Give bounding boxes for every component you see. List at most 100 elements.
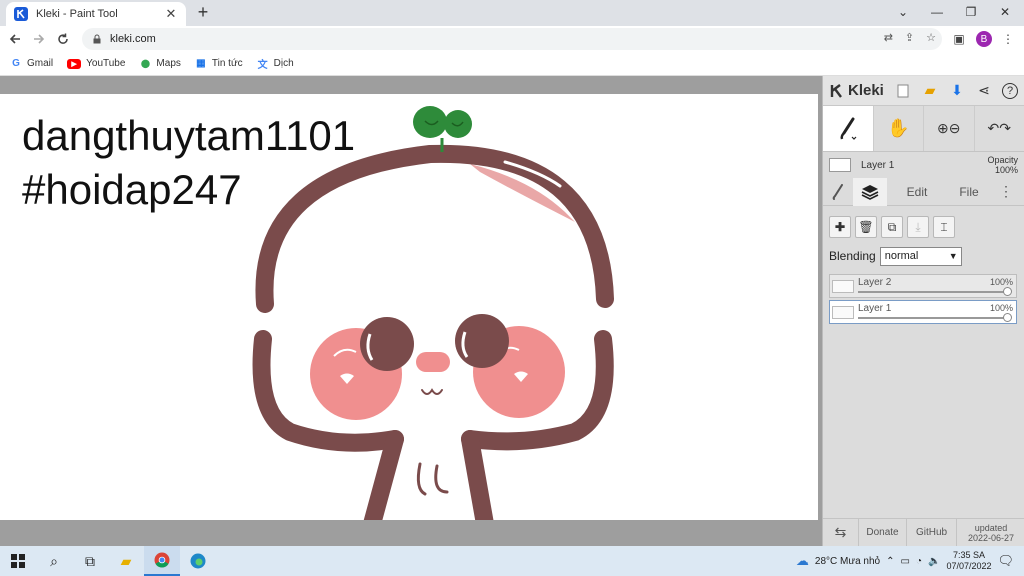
delete-layer-button[interactable]: 🗑 (855, 216, 877, 238)
bookmark-star-icon[interactable]: ☆ (926, 31, 936, 44)
duplicate-layer-button[interactable]: ⧉ (881, 216, 903, 238)
add-layer-button[interactable]: ✚ (829, 216, 851, 238)
donate-link[interactable]: Donate (859, 518, 907, 547)
brush-tool[interactable] (823, 106, 874, 151)
layer-opacity: 100% (989, 277, 1013, 287)
sprout-leaf-right (444, 110, 472, 138)
new-tab-button[interactable]: + (194, 3, 212, 22)
restore-button[interactable]: ❐ (954, 0, 988, 24)
google-icon: G (12, 58, 20, 69)
bookmark-translate[interactable]: 文 Dịch (257, 58, 294, 71)
blending-select[interactable]: normal ▼ (879, 246, 962, 266)
notifications-icon[interactable]: 🗨 (997, 553, 1014, 569)
github-link[interactable]: GitHub (907, 518, 957, 547)
clock-time: 7:35 SA (952, 550, 985, 560)
edge-icon[interactable] (180, 546, 216, 576)
layer-name: Layer 1 (858, 303, 892, 314)
youtube-icon: ▶ (67, 58, 82, 69)
panel-tabs: Edit File ⋮ (823, 177, 1024, 206)
url-text: kleki.com (110, 33, 156, 45)
chevron-up-icon[interactable]: ⌃ (886, 556, 894, 567)
back-button[interactable] (6, 30, 24, 48)
battery-icon[interactable]: ▭ (900, 556, 909, 567)
bookmark-label: YouTube (86, 58, 126, 69)
layer-opacity: 100% (989, 303, 1013, 313)
task-view-icon[interactable]: ⧉ (72, 546, 108, 576)
address-bar[interactable]: kleki.com ⇄ ⇪ ☆ (82, 28, 942, 50)
blending-label: Blending (829, 249, 876, 263)
layer-item-layer-1[interactable]: Layer 1 100% (829, 300, 1017, 324)
bookmark-label: Gmail (27, 58, 54, 69)
new-image-icon[interactable] (894, 82, 912, 100)
system-tray: ☁ 28°C Mưa nhỏ ⌃ ▭ ◔ 🔈 7:35 SA 07/07/202… (796, 546, 1024, 576)
tab-brush[interactable] (823, 178, 853, 206)
reload-button[interactable] (54, 30, 72, 48)
translate-page-icon[interactable]: ⇄ (884, 31, 893, 44)
search-icon[interactable]: ⌕ (36, 546, 72, 576)
help-icon[interactable]: ? (1002, 82, 1018, 99)
bookmark-youtube[interactable]: ▶ YouTube (67, 58, 125, 69)
zoom-in-out-icon: ⊕⊖ (937, 120, 961, 136)
rename-layer-button[interactable]: ⌶ (933, 216, 955, 238)
updated-info: updated 2022-06-27 (957, 523, 1024, 543)
lock-icon (93, 34, 101, 44)
clock[interactable]: 7:35 SA 07/07/2022 (946, 550, 991, 572)
drawing-canvas[interactable]: dangthuytam1101 #hoidap247 (0, 94, 818, 520)
bookmark-news[interactable]: ▦ Tin tức (195, 58, 243, 70)
side-panel-icon[interactable]: ▣ (950, 30, 968, 48)
browser-menu-icon[interactable]: ⋮ (999, 30, 1017, 48)
kleki-logo: Kleki (829, 82, 884, 99)
download-icon[interactable]: ⬇ (948, 82, 966, 100)
hand-tool[interactable]: ✋ (874, 106, 924, 151)
layer-opacity-slider[interactable] (858, 287, 1012, 296)
start-button[interactable] (0, 546, 36, 576)
chrome-logo (154, 552, 170, 568)
tab-search-button[interactable]: ⌄ (886, 0, 920, 24)
head-outline (255, 144, 614, 313)
tab-file[interactable]: File (947, 178, 991, 206)
bookmark-maps[interactable]: ⬤ Maps (139, 58, 181, 70)
weather-text[interactable]: 28°C Mưa nhỏ (815, 556, 880, 567)
tab-close-button[interactable]: ✕ (164, 6, 178, 21)
bookmark-gmail[interactable]: G Gmail (10, 58, 53, 70)
weather-icon[interactable]: ☁ (796, 553, 809, 569)
swap-sides-icon[interactable]: ⇆ (823, 518, 859, 547)
kleki-app: dangthuytam1101 #hoidap247 Kleki ▰ ⬇ ⋖ ?… (0, 76, 1024, 547)
windows-logo-icon (11, 554, 25, 568)
tab-edit[interactable]: Edit (887, 178, 947, 206)
kleki-logo-icon (830, 83, 842, 98)
merge-layer-button[interactable]: ⤓ (907, 216, 929, 238)
slider-knob[interactable] (1003, 287, 1012, 296)
layer-opacity-slider[interactable] (858, 313, 1012, 322)
trash-icon: 🗑 (858, 220, 874, 234)
network-icon[interactable]: ◔ (916, 556, 922, 567)
layer-item-layer-2[interactable]: Layer 2 100% (829, 274, 1017, 298)
volume-icon[interactable]: 🔈 (928, 556, 940, 567)
updated-date: 2022-06-27 (967, 532, 1015, 543)
maps-icon: ⬤ (140, 59, 150, 68)
mouth (421, 388, 443, 395)
browser-tab[interactable]: Kleki - Paint Tool ✕ (6, 2, 186, 26)
zoom-tools[interactable]: ⊕⊖ (924, 106, 975, 151)
slider-knob[interactable] (1003, 313, 1012, 322)
close-window-button[interactable]: ✕ (988, 0, 1022, 24)
nose (416, 352, 450, 372)
more-icon[interactable]: ⋮ (991, 178, 1021, 206)
share-icon[interactable]: ⇪ (905, 31, 914, 44)
share-icon[interactable]: ⋖ (975, 82, 993, 100)
chrome-icon[interactable] (144, 546, 180, 576)
layer-preview[interactable]: Layer 1 Opacity 100% (823, 152, 1024, 178)
tab-layers[interactable] (853, 177, 887, 206)
undo-redo-tools[interactable]: ↶↷ (975, 106, 1024, 151)
forward-button[interactable] (30, 30, 48, 48)
minimize-button[interactable]: — (920, 0, 954, 24)
open-folder-icon[interactable]: ▰ (921, 82, 939, 100)
bookmark-label: Maps (156, 58, 181, 69)
blending-row: Blending normal ▼ (823, 244, 1024, 268)
translate-icon: 文 (257, 60, 268, 71)
file-explorer-icon[interactable]: ▰ (108, 546, 144, 576)
kleki-side-panel: Kleki ▰ ⬇ ⋖ ? ✋ ⊕⊖ ↶↷ Layer 1 Opacity 10… (822, 76, 1024, 547)
layer-thumbnail (832, 306, 854, 319)
profile-button[interactable]: B (975, 30, 993, 48)
layer-preview-thumbnail (829, 158, 851, 172)
